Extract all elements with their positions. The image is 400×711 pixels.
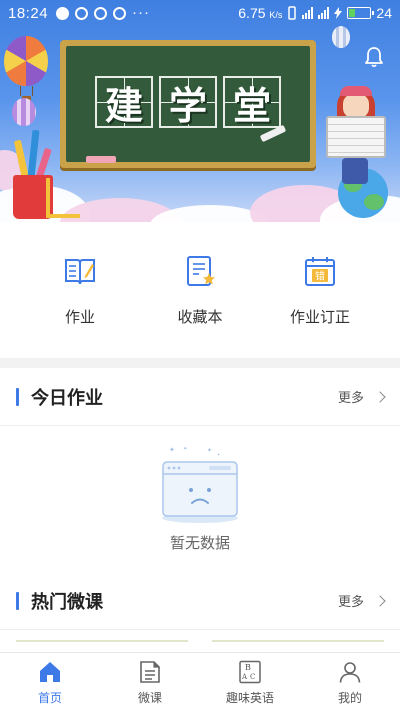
calendar-correct-icon: 错 bbox=[305, 257, 335, 286]
section-accent-bar bbox=[16, 591, 19, 610]
home-banner[interactable]: 建 学 堂 bbox=[0, 0, 400, 222]
svg-text:B: B bbox=[245, 663, 251, 672]
hot-air-balloon bbox=[12, 98, 36, 126]
tab-label: 微课 bbox=[137, 691, 162, 705]
course-card[interactable] bbox=[16, 640, 188, 644]
document-icon bbox=[140, 661, 160, 683]
section-title: 今日作业 bbox=[31, 387, 103, 409]
favorites-label: 收藏本 bbox=[177, 308, 223, 326]
blackboard: 建 学 堂 bbox=[60, 40, 316, 168]
network-speed: 6.75 K/s bbox=[238, 5, 283, 21]
signal-icon bbox=[318, 7, 330, 19]
star-notebook-icon bbox=[187, 256, 215, 286]
board-char: 学 bbox=[159, 76, 217, 128]
correction-entry[interactable]: 错 作业订正 bbox=[270, 222, 370, 358]
more-link[interactable]: 更多 bbox=[337, 387, 386, 406]
course-card[interactable] bbox=[212, 640, 384, 644]
abc-card-icon: B A C bbox=[239, 660, 261, 684]
status-notification-icons: ··· bbox=[56, 4, 151, 21]
more-link[interactable]: 更多 bbox=[337, 591, 386, 610]
vibrate-icon bbox=[288, 6, 297, 20]
chat-bubble-icon bbox=[56, 6, 70, 20]
bottom-tab-bar: 首页 微课 B A C 趣味英语 我的 bbox=[0, 652, 400, 711]
quick-entry-grid: 作业 收藏本 错 作业订正 bbox=[0, 222, 400, 358]
section-accent-bar bbox=[16, 387, 19, 406]
svg-text:C: C bbox=[250, 673, 255, 681]
svg-text:✦: ✦ bbox=[207, 447, 212, 454]
more-label: 更多 bbox=[337, 595, 364, 610]
correction-label: 作业订正 bbox=[289, 308, 350, 326]
board-char: 建 bbox=[95, 76, 153, 128]
section-header: 今日作业 更多 bbox=[0, 368, 400, 426]
status-bar: 18:24 ··· 6.75 K/s 24 bbox=[0, 0, 400, 26]
svg-text:A: A bbox=[241, 673, 248, 681]
svg-text:✦: ✦ bbox=[183, 446, 187, 452]
tab-fun-english[interactable]: B A C 趣味英语 bbox=[200, 653, 300, 711]
empty-state: ✦ ✦ ✦ ✦ 暂无数据 bbox=[0, 426, 400, 576]
kid-legs bbox=[342, 158, 368, 184]
tab-home[interactable]: 首页 bbox=[0, 653, 100, 711]
more-dots-icon: ··· bbox=[132, 4, 151, 21]
balloon-rope bbox=[20, 86, 21, 96]
tab-mine[interactable]: 我的 bbox=[300, 653, 400, 711]
favorites-entry[interactable]: 收藏本 bbox=[150, 222, 250, 358]
svg-text:✦: ✦ bbox=[169, 446, 175, 454]
open-book bbox=[326, 116, 386, 158]
homework-entry[interactable]: 作业 bbox=[30, 222, 130, 358]
tab-microclass[interactable]: 微课 bbox=[100, 653, 200, 711]
chalk-piece bbox=[86, 156, 116, 163]
tab-label: 首页 bbox=[37, 691, 62, 705]
browser-icon bbox=[94, 6, 108, 20]
weibo-icon bbox=[75, 6, 89, 20]
hot-air-balloon bbox=[332, 26, 350, 48]
home-icon bbox=[40, 662, 60, 682]
kid-face bbox=[343, 94, 369, 118]
person-icon bbox=[339, 662, 361, 683]
triangle-ruler bbox=[46, 178, 80, 218]
today-homework-section: 今日作业 更多 ✦ ✦ ✦ ✦ 暂无数据 bbox=[0, 368, 400, 576]
status-time: 18:24 bbox=[8, 4, 49, 22]
board-char: 堂 bbox=[223, 76, 281, 128]
course-list bbox=[0, 630, 400, 644]
more-label: 更多 bbox=[337, 391, 364, 406]
battery-level: 24 bbox=[376, 5, 392, 21]
section-title: 热门微课 bbox=[31, 591, 103, 613]
error-badge-text: 错 bbox=[315, 270, 325, 283]
kid-hat bbox=[340, 86, 372, 96]
balloon-rope bbox=[32, 86, 33, 96]
chevron-right-icon bbox=[374, 594, 386, 607]
signal-icon bbox=[302, 7, 314, 19]
hot-courses-section: 热门微课 更多 bbox=[0, 572, 400, 652]
tab-label: 趣味英语 bbox=[225, 691, 274, 705]
hot-air-balloon bbox=[4, 36, 48, 86]
section-header: 热门微课 更多 bbox=[0, 572, 400, 630]
chevron-right-icon bbox=[374, 390, 386, 403]
homework-label: 作业 bbox=[64, 308, 95, 326]
empty-box-icon: ✦ ✦ ✦ ✦ bbox=[162, 446, 238, 523]
status-right: 6.75 K/s 24 bbox=[238, 5, 392, 21]
bell-icon[interactable] bbox=[364, 46, 384, 68]
tab-label: 我的 bbox=[337, 691, 362, 705]
empty-text: 暂无数据 bbox=[169, 534, 230, 552]
check-circle-icon bbox=[113, 6, 127, 20]
blackboard-surface: 建 学 堂 bbox=[66, 46, 310, 162]
book-pen-icon bbox=[65, 259, 95, 285]
svg-text:✦: ✦ bbox=[217, 452, 221, 457]
board-title: 建 学 堂 bbox=[66, 76, 310, 128]
charging-icon bbox=[334, 7, 343, 19]
battery-icon bbox=[347, 7, 375, 19]
